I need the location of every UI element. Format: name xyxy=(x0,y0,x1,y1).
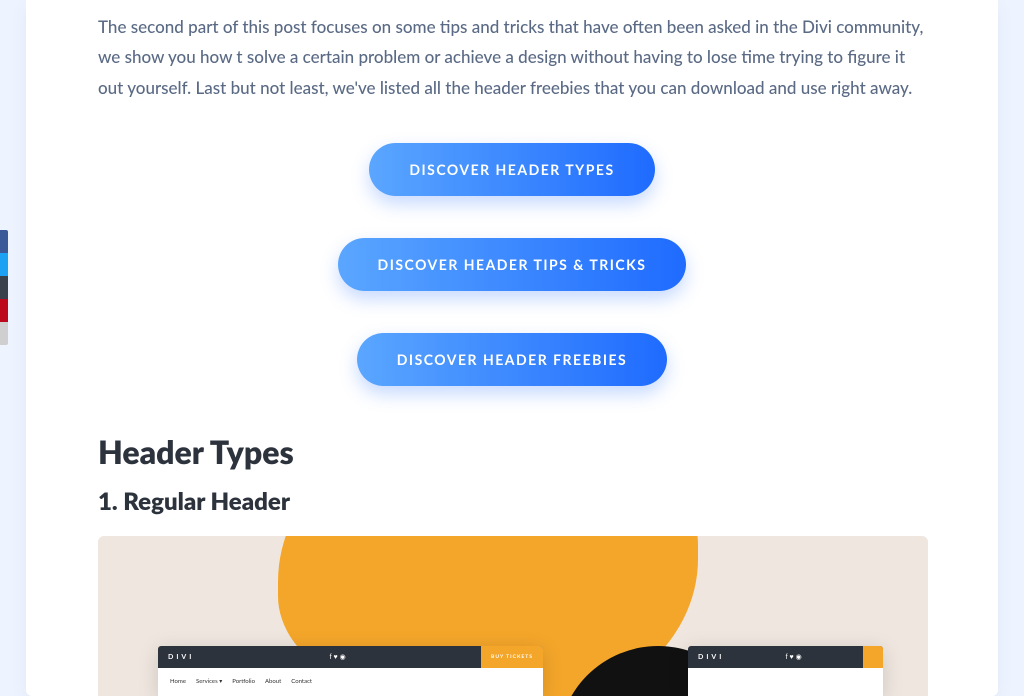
mock-top-bar: DIVI f ♥ ◉ xyxy=(688,646,883,668)
mock-logo: DIVI xyxy=(698,653,724,661)
share-twitter-icon[interactable] xyxy=(0,253,8,276)
mock-nav-item: Portfolio xyxy=(232,678,255,685)
header-preview-image: DIVI f ♥ ◉ BUY TICKETS Home Services ▾ P… xyxy=(98,536,928,696)
mock-cta xyxy=(863,646,883,668)
mock-cta: BUY TICKETS xyxy=(481,646,543,668)
subsection-heading: 1. Regular Header xyxy=(98,487,926,516)
article-card: The second part of this post focuses on … xyxy=(26,0,998,696)
mock-nav: Home Services ▾ Portfolio About Contact xyxy=(158,668,543,696)
share-more-icon[interactable] xyxy=(0,322,8,345)
share-pinterest-icon[interactable] xyxy=(0,299,8,322)
mock-social-icons: f ♥ ◉ xyxy=(786,653,802,661)
mock-social-icons: f ♥ ◉ xyxy=(330,653,346,661)
cta-button-stack: DISCOVER HEADER TYPES DISCOVER HEADER TI… xyxy=(98,143,926,386)
desktop-header-mock: DIVI f ♥ ◉ BUY TICKETS Home Services ▾ P… xyxy=(158,646,543,696)
share-linkedin-icon[interactable] xyxy=(0,276,8,299)
intro-paragraph: The second part of this post focuses on … xyxy=(98,12,926,103)
mock-logo: DIVI xyxy=(168,653,194,661)
share-facebook-icon[interactable] xyxy=(0,230,8,253)
mock-top-bar: DIVI f ♥ ◉ BUY TICKETS xyxy=(158,646,543,668)
discover-header-freebies-button[interactable]: DISCOVER HEADER FREEBIES xyxy=(357,333,667,386)
mock-nav-item: Services ▾ xyxy=(196,678,222,685)
mobile-header-mock: DIVI f ♥ ◉ xyxy=(688,646,883,696)
discover-header-types-button[interactable]: DISCOVER HEADER TYPES xyxy=(369,143,654,196)
mock-nav-item: Home xyxy=(170,678,186,685)
section-heading: Header Types xyxy=(98,432,926,471)
mock-nav-item: Contact xyxy=(291,678,312,685)
social-share-rail[interactable] xyxy=(0,230,8,345)
discover-header-tips-button[interactable]: DISCOVER HEADER TIPS & TRICKS xyxy=(338,238,687,291)
mock-nav-item: About xyxy=(265,678,281,685)
mock-nav xyxy=(688,668,883,696)
